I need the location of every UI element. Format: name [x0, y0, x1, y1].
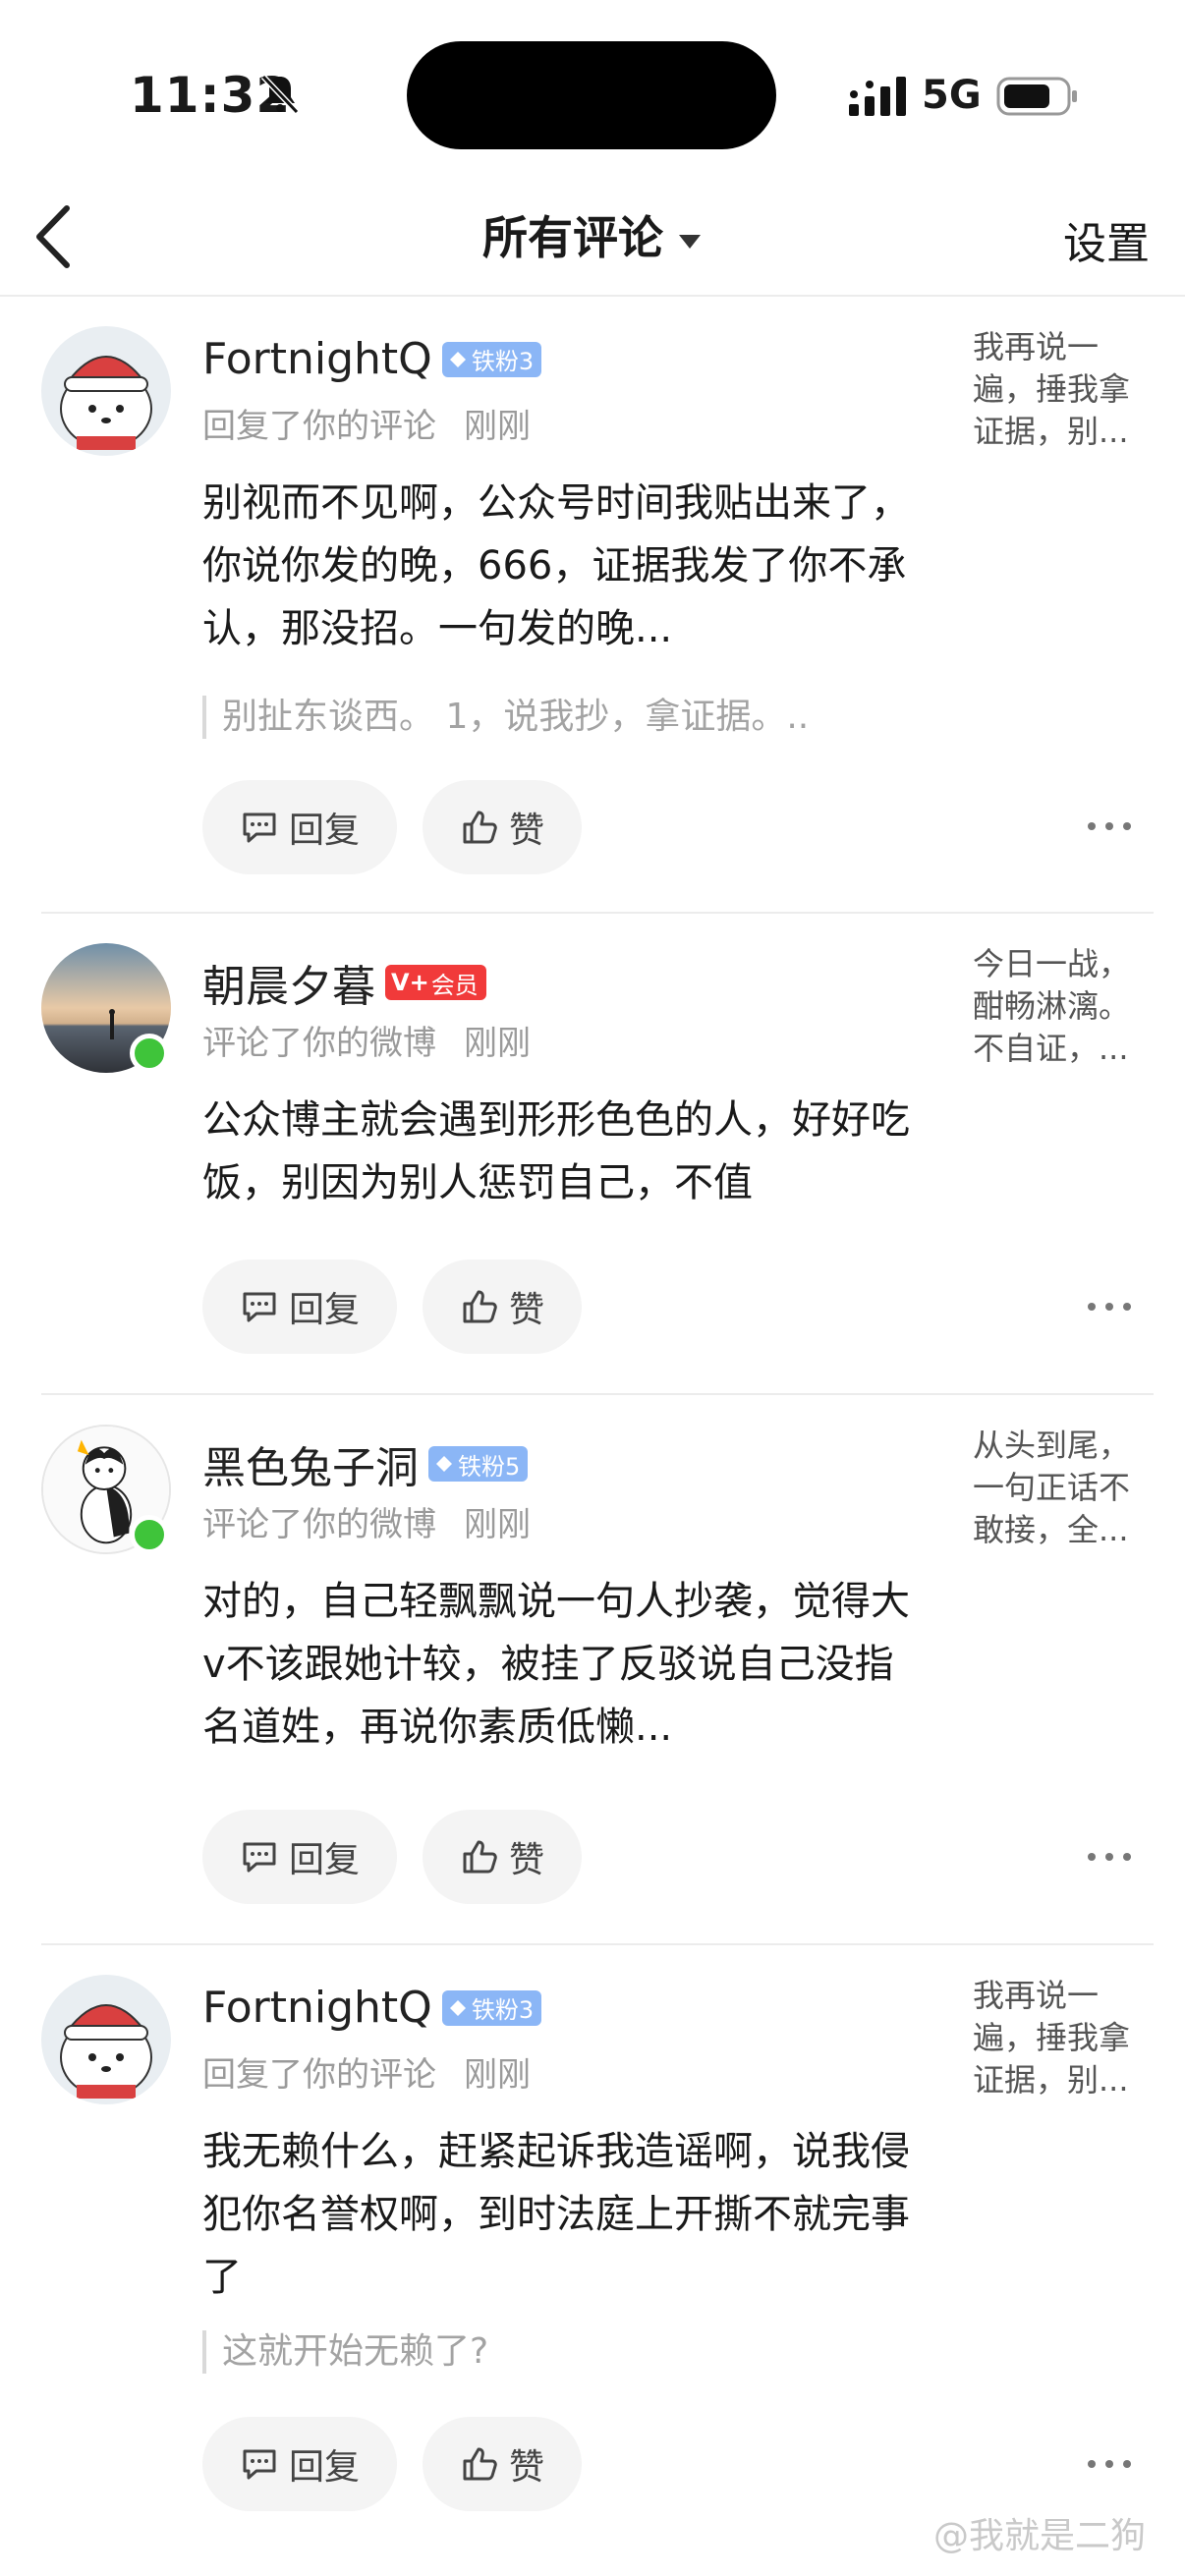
- original-post-preview[interactable]: 我再说一遍，捶我拿证据，别...: [973, 1975, 1159, 2101]
- original-post-preview[interactable]: 我再说一遍，捶我拿证据，别...: [973, 326, 1159, 453]
- comment-actions: 回复 赞: [202, 2417, 583, 2511]
- more-options-icon[interactable]: [1085, 1850, 1134, 1864]
- battery-icon: [996, 77, 1077, 116]
- more-options-icon[interactable]: [1085, 2457, 1134, 2471]
- fan-badge: 铁粉5: [428, 1446, 529, 1482]
- signal-icon: [849, 77, 906, 116]
- like-button[interactable]: 赞: [423, 1260, 583, 1354]
- online-status-dot: [130, 1515, 169, 1554]
- diamond-icon: [449, 1999, 466, 2016]
- more-options-icon[interactable]: [1085, 819, 1134, 833]
- network-type: 5G: [922, 73, 982, 118]
- dynamic-island: [407, 41, 776, 149]
- caret-down-icon: [679, 234, 701, 249]
- nav-bar: 所有评论 设置: [0, 187, 1185, 297]
- vip-badge: V+ 会员: [385, 965, 486, 1000]
- thumbs-up-icon: [463, 1290, 497, 1323]
- settings-button[interactable]: 设置: [1063, 208, 1150, 271]
- comment-item[interactable]: 朝晨夕暮 V+ 会员 评论了你的微博 刚刚 公众博主就会遇到形形色色的人，好好吃饭，…: [0, 914, 1185, 1395]
- vip-v-icon: V+: [391, 969, 429, 996]
- reply-icon: [243, 1292, 276, 1322]
- comment-item[interactable]: FortnightQ 铁粉3 回复了你的评论 刚刚 别视而不见啊，公众号时间我贴出…: [0, 297, 1185, 914]
- reply-icon: [243, 812, 276, 843]
- comment-item[interactable]: FortnightQ 铁粉3 回复了你的评论 刚刚 我无赖什么，赶紧起诉我造谣啊，…: [0, 1945, 1185, 2570]
- user-name-row: FortnightQ 铁粉3: [202, 334, 542, 384]
- more-options-icon[interactable]: [1085, 1300, 1134, 1314]
- comment-meta: 评论了你的微博 刚刚: [202, 1505, 531, 1544]
- page-title: 所有评论: [482, 211, 663, 264]
- like-button[interactable]: 赞: [423, 1810, 583, 1904]
- watermark: @我就是二狗: [932, 2516, 1146, 2556]
- comment-text[interactable]: 别视而不见啊，公众号时间我贴出来了，你说你发的晚，666，证据我发了你不承认，那…: [202, 472, 910, 660]
- user-name[interactable]: FortnightQ: [202, 1983, 432, 2033]
- reply-button[interactable]: 回复: [202, 1810, 398, 1904]
- comment-meta: 回复了你的评论 刚刚: [202, 407, 531, 446]
- diamond-icon: [449, 351, 466, 367]
- online-status-dot: [130, 1034, 169, 1073]
- avatar[interactable]: [41, 326, 171, 456]
- quoted-comment[interactable]: 别扯东谈西。 1，说我抄，拿证据。..: [202, 696, 890, 739]
- user-name-row: FortnightQ 铁粉3: [202, 1983, 542, 2033]
- fan-badge: 铁粉3: [441, 341, 542, 377]
- like-button[interactable]: 赞: [423, 780, 583, 874]
- user-name-row: 朝晨夕暮 V+ 会员: [202, 951, 486, 1014]
- reply-button[interactable]: 回复: [202, 1260, 398, 1354]
- thumbs-up-icon: [463, 1840, 497, 1874]
- user-name[interactable]: FortnightQ: [202, 334, 432, 384]
- user-name[interactable]: 朝晨夕暮: [202, 951, 375, 1014]
- comment-text[interactable]: 我无赖什么，赶紧起诉我造谣啊，说我侵犯你名誉权啊，到时法庭上开撕不就完事了: [202, 2120, 910, 2309]
- comment-actions: 回复 赞: [202, 1260, 583, 1354]
- status-bar: 11:32 5G: [0, 0, 1185, 187]
- bell-muted-icon: [260, 74, 300, 115]
- original-post-preview[interactable]: 今日一战，酣畅淋漓。不自证，...: [973, 943, 1159, 1070]
- comment-text[interactable]: 公众博主就会遇到形形色色的人，好好吃饭，别因为别人惩罚自己，不值: [202, 1089, 910, 1214]
- quoted-comment[interactable]: 这就开始无赖了?: [202, 2330, 890, 2374]
- fan-badge: 铁粉3: [441, 1989, 542, 2026]
- comment-filter-dropdown[interactable]: 所有评论: [0, 202, 1185, 267]
- reply-button[interactable]: 回复: [202, 780, 398, 874]
- avatar[interactable]: [41, 1975, 171, 2104]
- thumbs-up-icon: [463, 811, 497, 844]
- reply-icon: [243, 2449, 276, 2480]
- thumbs-up-icon: [463, 2447, 497, 2481]
- comment-text[interactable]: 对的，自己轻飘飘说一句人抄袭，觉得大v不该跟她计较，被挂了反驳说自己没指名道姓，…: [202, 1570, 910, 1759]
- comment-actions: 回复 赞: [202, 780, 583, 874]
- user-name[interactable]: 黑色兔子洞: [202, 1432, 419, 1495]
- user-name-row: 黑色兔子洞 铁粉5: [202, 1432, 529, 1495]
- comment-meta: 评论了你的微博 刚刚: [202, 1024, 531, 1063]
- original-post-preview[interactable]: 从头到尾，一句正话不敢接，全...: [973, 1425, 1159, 1551]
- reply-icon: [243, 1842, 276, 1873]
- like-button[interactable]: 赞: [423, 2417, 583, 2511]
- comment-meta: 回复了你的评论 刚刚: [202, 2055, 531, 2095]
- comment-actions: 回复 赞: [202, 1810, 583, 1904]
- diamond-icon: [436, 1456, 452, 1472]
- comment-item[interactable]: 黑色兔子洞 铁粉5 评论了你的微博 刚刚 对的，自己轻飘飘说一句人抄袭，觉得大v不…: [0, 1395, 1185, 1945]
- reply-button[interactable]: 回复: [202, 2417, 398, 2511]
